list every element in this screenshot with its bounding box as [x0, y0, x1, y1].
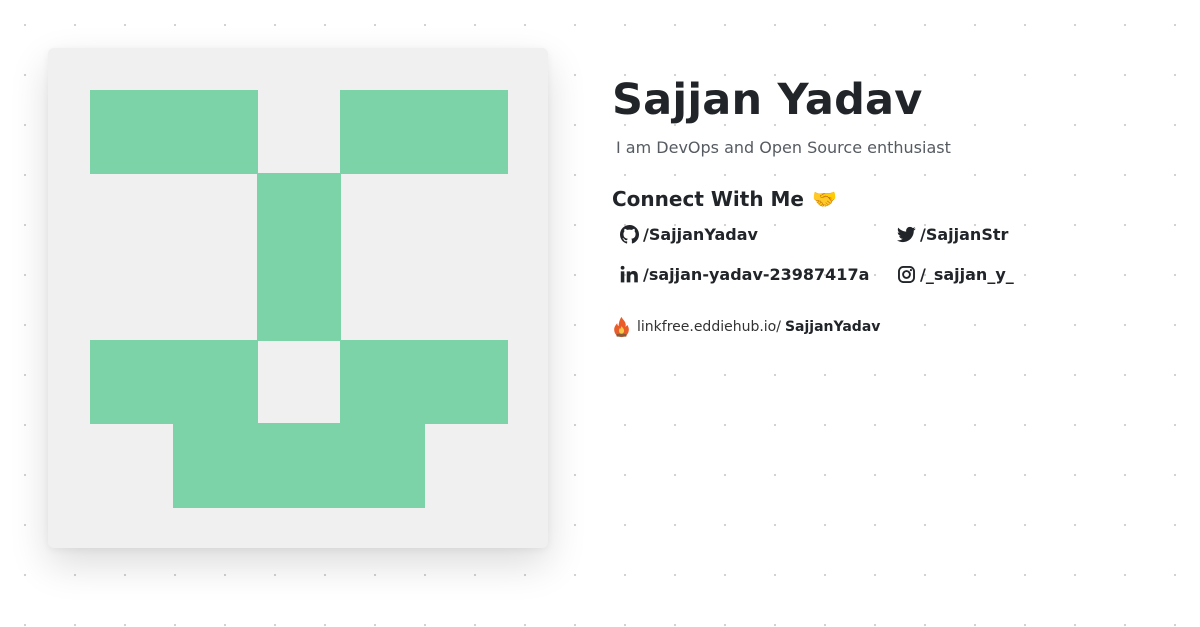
github-link[interactable]: /SajjanYadav: [620, 222, 897, 246]
identicon-block: [90, 340, 258, 424]
social-links: /SajjanYadav /SajjanStr /sajjan-yadav-23…: [620, 222, 1172, 286]
identicon-block: [257, 173, 341, 341]
identicon-block: [173, 423, 425, 508]
profile-info: Sajjan Yadav I am DevOps and Open Source…: [612, 72, 1172, 338]
linkfree-flame-icon: [614, 316, 629, 338]
github-icon: [620, 224, 639, 244]
instagram-link[interactable]: /_sajjan_y_: [897, 262, 1097, 286]
identicon-block: [340, 90, 508, 174]
linkedin-link-label: /sajjan-yadav-23987417a: [643, 264, 870, 284]
twitter-link-label: /SajjanStr: [920, 224, 1009, 244]
identicon-block: [340, 340, 508, 424]
linkfree-link[interactable]: linkfree.eddiehub.io/ SajjanYadav: [612, 316, 1172, 338]
avatar: [48, 48, 548, 548]
instagram-icon: [898, 265, 915, 283]
twitter-link[interactable]: /SajjanStr: [897, 222, 1097, 246]
twitter-icon: [897, 226, 916, 242]
instagram-link-label: /_sajjan_y_: [920, 264, 1014, 284]
linkedin-icon: [620, 265, 638, 282]
linkfree-username: SajjanYadav: [784, 319, 881, 335]
connect-heading-text: Connect With Me: [612, 187, 804, 211]
profile-bio: I am DevOps and Open Source enthusiast: [616, 138, 951, 157]
profile-name: Sajjan Yadav: [612, 75, 923, 125]
github-link-label: /SajjanYadav: [643, 224, 758, 244]
identicon-image: [90, 90, 508, 508]
identicon-block: [90, 90, 258, 174]
linkfree-domain: linkfree.eddiehub.io/: [637, 319, 781, 335]
handshake-icon: 🤝: [811, 187, 837, 211]
linkedin-link[interactable]: /sajjan-yadav-23987417a: [620, 262, 897, 286]
connect-heading: Connect With Me 🤝: [612, 184, 1172, 214]
